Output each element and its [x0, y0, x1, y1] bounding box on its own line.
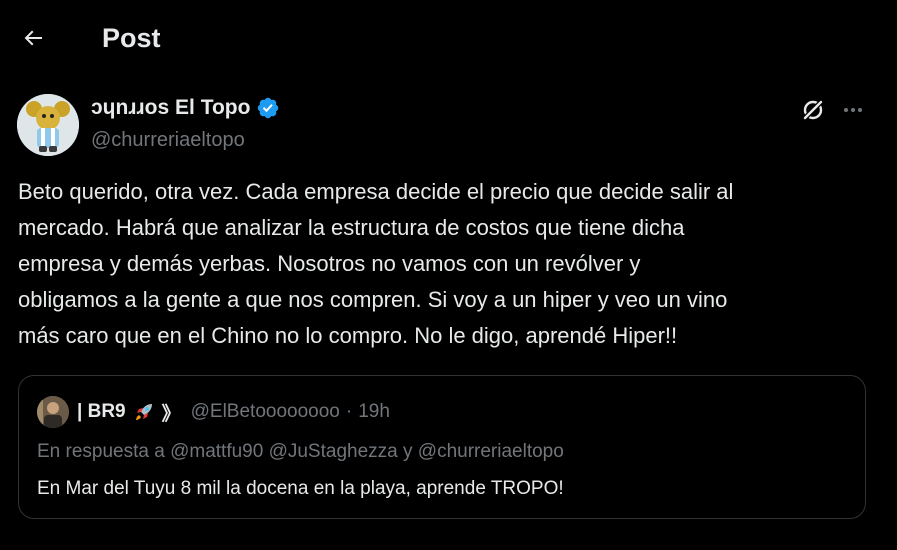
quoted-tweet[interactable]: | BR9 》 @ElBetoooooooo · 19h En respuest… — [18, 375, 866, 519]
author-display-name: ɔɥnɹɹos El Topo — [91, 96, 251, 119]
quoted-handle: @ElBetoooooooo — [190, 401, 340, 422]
page-title: Post — [102, 23, 161, 53]
author-handle[interactable]: @churreriaeltopo — [91, 128, 245, 152]
grok-icon — [802, 99, 824, 121]
quoted-display-name: | BR9 — [77, 401, 126, 422]
arrow-left-icon — [24, 30, 42, 46]
page-header: Post — [0, 0, 897, 75]
author-avatar[interactable] — [17, 94, 79, 156]
verified-badge-icon — [258, 97, 279, 119]
quoted-text: En Mar del Tuyu 8 mil la docena en la pl… — [37, 478, 564, 499]
back-button[interactable] — [14, 19, 52, 57]
avatar-image — [17, 94, 79, 156]
post-page: Post ɔɥnɹɹos El Topo @churreriaeltopo Be… — [0, 0, 897, 550]
more-options-button[interactable] — [836, 93, 870, 127]
quoted-timestamp: 19h — [358, 401, 390, 422]
quoted-header: | BR9 》 @ElBetoooooooo · 19h — [77, 399, 390, 425]
tweet-text: Beto querido, otra vez. Cada empresa dec… — [18, 179, 734, 348]
author-name-row[interactable]: ɔɥnɹɹos El Topo — [91, 95, 280, 121]
quoted-author-avatar — [37, 396, 69, 428]
more-horizontal-icon — [844, 108, 862, 112]
grok-button[interactable] — [796, 93, 830, 127]
quoted-reply-context: En respuesta a @mattfu90 @JuStaghezza y … — [37, 441, 564, 462]
quoted-name-suffix: 》 — [161, 403, 181, 425]
rocket-emoji-icon — [135, 404, 152, 420]
quoted-avatar-image — [37, 396, 69, 428]
quoted-separator: · — [345, 401, 353, 422]
